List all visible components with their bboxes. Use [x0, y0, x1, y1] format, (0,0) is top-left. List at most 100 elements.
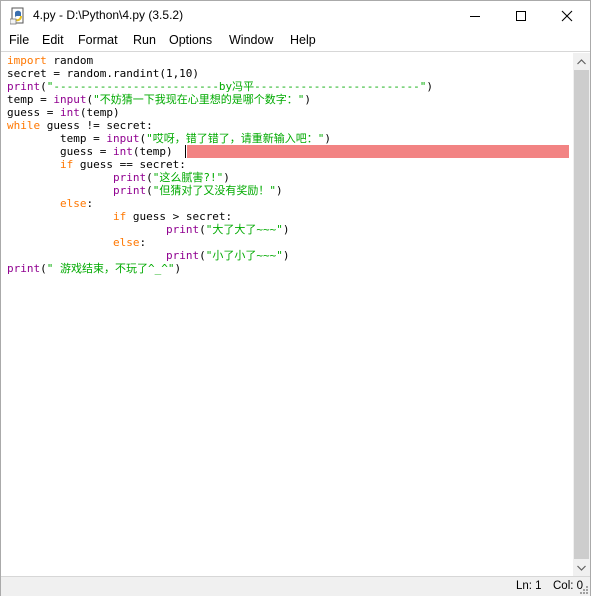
code-token: guess = [7, 106, 60, 119]
builtin-token: print [165, 249, 200, 262]
scroll-down-button[interactable] [573, 559, 590, 576]
string-token: "哎呀，错了错了，请重新输入吧：" [146, 132, 325, 145]
code-token: (temp) [79, 106, 120, 119]
close-button[interactable] [544, 1, 590, 31]
scrollbar-thumb[interactable] [574, 70, 589, 559]
string-token: "但猜对了又没有奖励！" [152, 184, 276, 197]
code-line[interactable]: print("但猜对了又没有奖励！") [7, 184, 283, 197]
builtin-token: print [7, 262, 41, 275]
menu-run[interactable]: Run [133, 33, 156, 47]
maximize-button[interactable] [498, 1, 544, 31]
builtin-token: int [112, 145, 133, 158]
code-line[interactable]: while guess != secret: [7, 119, 153, 132]
error-highlight [187, 145, 569, 158]
code-token: ( [199, 249, 206, 262]
maximize-icon [516, 11, 526, 21]
menu-format[interactable]: Format [78, 33, 118, 47]
string-token: "大了大了~~~" [205, 223, 283, 236]
chevron-down-icon [577, 565, 586, 571]
resize-grip-icon[interactable] [579, 585, 589, 595]
code-line[interactable]: print("这么腻害?!") [7, 171, 230, 184]
builtin-token: print [165, 223, 200, 236]
status-bar: Ln: 1 Col: 0 [1, 576, 590, 596]
code-editor[interactable]: import random secret = random.randint(1,1… [3, 53, 573, 576]
code-token: temp = [7, 132, 107, 145]
code-line[interactable]: print(" 游戏结束，不玩了^_^") [7, 262, 181, 275]
code-token: guess = [7, 145, 113, 158]
string-token: "-------------------------by冯平----------… [46, 80, 427, 93]
builtin-token: print [7, 80, 41, 93]
builtin-token: print [112, 171, 147, 184]
code-line[interactable]: temp = input("哎呀，错了错了，请重新输入吧：") [7, 132, 331, 145]
code-token: guess == secret: [73, 158, 186, 171]
string-token: " 游戏结束，不玩了^_^" [46, 262, 175, 275]
menu-help[interactable]: Help [290, 33, 316, 47]
code-line[interactable]: print("大了大了~~~") [7, 223, 290, 236]
string-token: "这么腻害?!" [152, 171, 224, 184]
code-token: guess > secret: [126, 210, 233, 223]
string-token: "不妨猜一下我现在心里想的是哪个数字：" [93, 93, 305, 106]
python-idle-icon [10, 7, 24, 25]
chevron-up-icon [577, 58, 586, 64]
code-line[interactable]: print("小了小了~~~") [7, 249, 290, 262]
code-line[interactable]: else: [7, 236, 146, 249]
code-token: ) [324, 132, 331, 145]
code-token: : [86, 197, 94, 210]
code-token: (temp) [132, 145, 173, 158]
code-line[interactable]: print("-------------------------by冯平----… [7, 80, 433, 93]
minimize-button[interactable] [452, 1, 498, 31]
vertical-scrollbar[interactable] [573, 53, 590, 576]
scroll-up-button[interactable] [573, 53, 590, 70]
menu-edit[interactable]: Edit [42, 33, 64, 47]
builtin-token: input [106, 132, 140, 145]
builtin-token: print [112, 184, 147, 197]
code-line[interactable]: temp = input("不妨猜一下我现在心里想的是哪个数字：") [7, 93, 311, 106]
menu-separator [1, 51, 590, 52]
code-token: ) [304, 93, 311, 106]
code-line[interactable]: else: [7, 197, 93, 210]
code-line[interactable]: import random [7, 54, 93, 67]
keyword-token: if [59, 158, 74, 171]
code-token: ( [199, 223, 206, 236]
code-token: ) [223, 171, 230, 184]
code-token: ( [146, 171, 153, 184]
code-line[interactable]: guess = int(temp) [7, 106, 120, 119]
code-token: ( [40, 262, 47, 275]
keyword-token: else [112, 236, 140, 249]
menu-bar: File Edit Format Run Options Window Help [1, 31, 590, 51]
code-line[interactable]: if guess > secret: [7, 210, 232, 223]
code-token: ) [426, 80, 433, 93]
code-token: ) [275, 184, 283, 197]
code-token: random [46, 54, 94, 67]
title-bar[interactable]: 4.py - D:\Python\4.py (3.5.2) [1, 1, 590, 31]
code-line[interactable]: guess = int(temp) [7, 145, 173, 158]
code-token: : [139, 236, 147, 249]
text-cursor [185, 145, 186, 158]
idle-editor-window: 4.py - D:\Python\4.py (3.5.2) File Edit … [0, 0, 591, 596]
builtin-token: int [59, 106, 80, 119]
keyword-token: else [59, 197, 87, 210]
status-line-number: Ln: 1 [516, 580, 542, 592]
code-token: ( [40, 80, 47, 93]
keyword-token: import [7, 54, 47, 67]
menu-window[interactable]: Window [229, 33, 273, 47]
code-line[interactable]: if guess == secret: [7, 158, 186, 171]
code-token: secret = random.randint(1,10) [7, 67, 200, 80]
builtin-token: input [53, 93, 87, 106]
string-token: "小了小了~~~" [205, 249, 283, 262]
code-token: ) [174, 262, 182, 275]
menu-file[interactable]: File [9, 33, 29, 47]
menu-options[interactable]: Options [169, 33, 212, 47]
code-line[interactable]: secret = random.randint(1,10) [7, 67, 199, 80]
code-token: guess != secret: [40, 119, 153, 132]
code-token: ) [282, 249, 290, 262]
code-token: ) [282, 223, 290, 236]
